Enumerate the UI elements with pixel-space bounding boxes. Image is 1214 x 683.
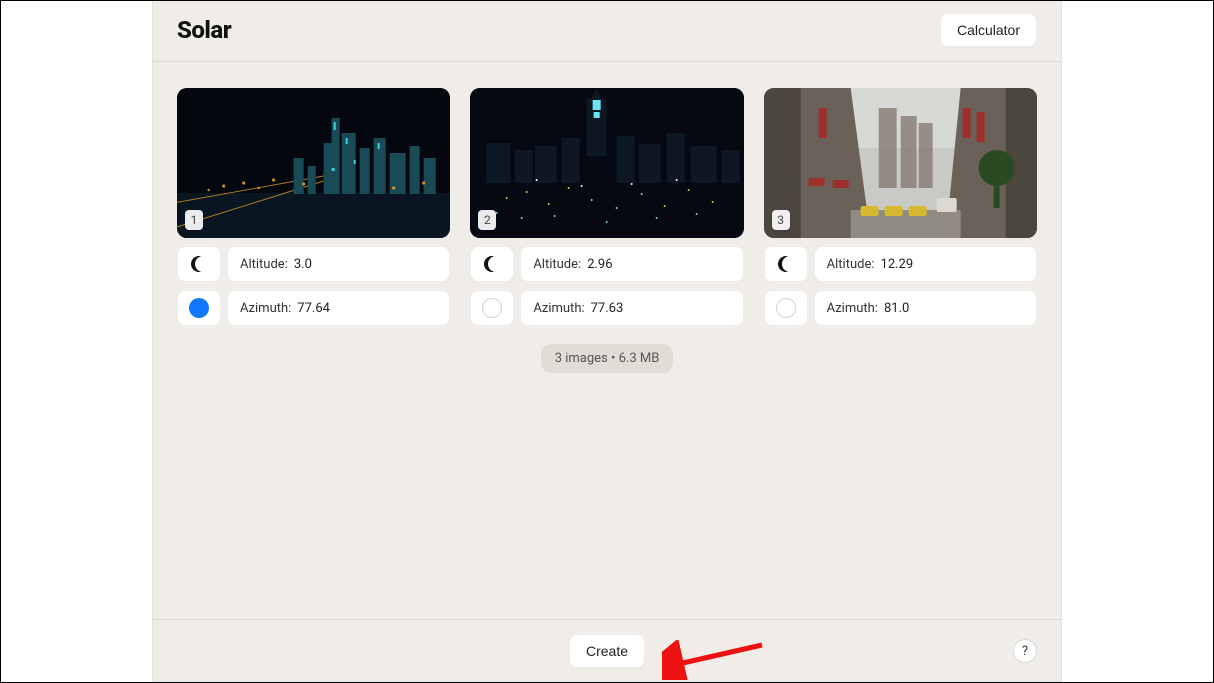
altitude-label: Altitude:	[827, 257, 875, 272]
page-title: Solar	[177, 16, 231, 44]
create-button[interactable]: Create	[569, 634, 645, 668]
azimuth-value: 81.0	[884, 301, 909, 316]
half-moon-icon	[482, 254, 502, 274]
altitude-label: Altitude:	[240, 257, 288, 272]
image-card: 3 Altitude: 12.29	[764, 88, 1037, 326]
content-area: 1 Altitude: 3.0	[153, 62, 1061, 619]
azimuth-value: 77.63	[591, 301, 624, 316]
image-index-badge: 1	[185, 210, 203, 230]
image-thumbnail[interactable]: 2	[470, 88, 743, 238]
image-card: 1 Altitude: 3.0	[177, 88, 450, 326]
primary-dot-icon	[189, 298, 209, 318]
appearance-chip[interactable]	[470, 246, 514, 282]
image-index-badge: 2	[478, 210, 496, 230]
help-button[interactable]: ?	[1013, 639, 1037, 663]
summary-pill: 3 images • 6.3 MB	[541, 344, 674, 373]
image-thumbnail[interactable]: 3	[764, 88, 1037, 238]
azimuth-label: Azimuth:	[827, 301, 878, 316]
primary-chip[interactable]	[764, 290, 808, 326]
azimuth-field[interactable]: Azimuth: 77.64	[227, 290, 450, 326]
altitude-value: 2.96	[587, 257, 612, 272]
primary-chip[interactable]	[470, 290, 514, 326]
azimuth-value: 77.64	[297, 301, 330, 316]
azimuth-label: Azimuth:	[240, 301, 291, 316]
header: Solar Calculator	[153, 1, 1061, 62]
altitude-label: Altitude:	[533, 257, 581, 272]
half-moon-icon	[189, 254, 209, 274]
footer: Create ?	[153, 619, 1061, 682]
primary-dot-icon	[482, 298, 502, 318]
altitude-value: 12.29	[881, 257, 914, 272]
appearance-chip[interactable]	[177, 246, 221, 282]
image-grid: 1 Altitude: 3.0	[177, 88, 1037, 326]
primary-dot-icon	[776, 298, 796, 318]
calculator-button[interactable]: Calculator	[940, 13, 1037, 47]
app-window: Solar Calculator	[152, 1, 1062, 682]
azimuth-label: Azimuth:	[533, 301, 584, 316]
azimuth-field[interactable]: Azimuth: 81.0	[814, 290, 1037, 326]
azimuth-field[interactable]: Azimuth: 77.63	[520, 290, 743, 326]
altitude-field[interactable]: Altitude: 3.0	[227, 246, 450, 282]
image-card: 2 Altitude: 2.96	[470, 88, 743, 326]
appearance-chip[interactable]	[764, 246, 808, 282]
primary-chip[interactable]	[177, 290, 221, 326]
altitude-field[interactable]: Altitude: 12.29	[814, 246, 1037, 282]
image-index-badge: 3	[772, 210, 790, 230]
altitude-value: 3.0	[294, 257, 312, 272]
altitude-field[interactable]: Altitude: 2.96	[520, 246, 743, 282]
half-moon-icon	[776, 254, 796, 274]
image-thumbnail[interactable]: 1	[177, 88, 450, 238]
